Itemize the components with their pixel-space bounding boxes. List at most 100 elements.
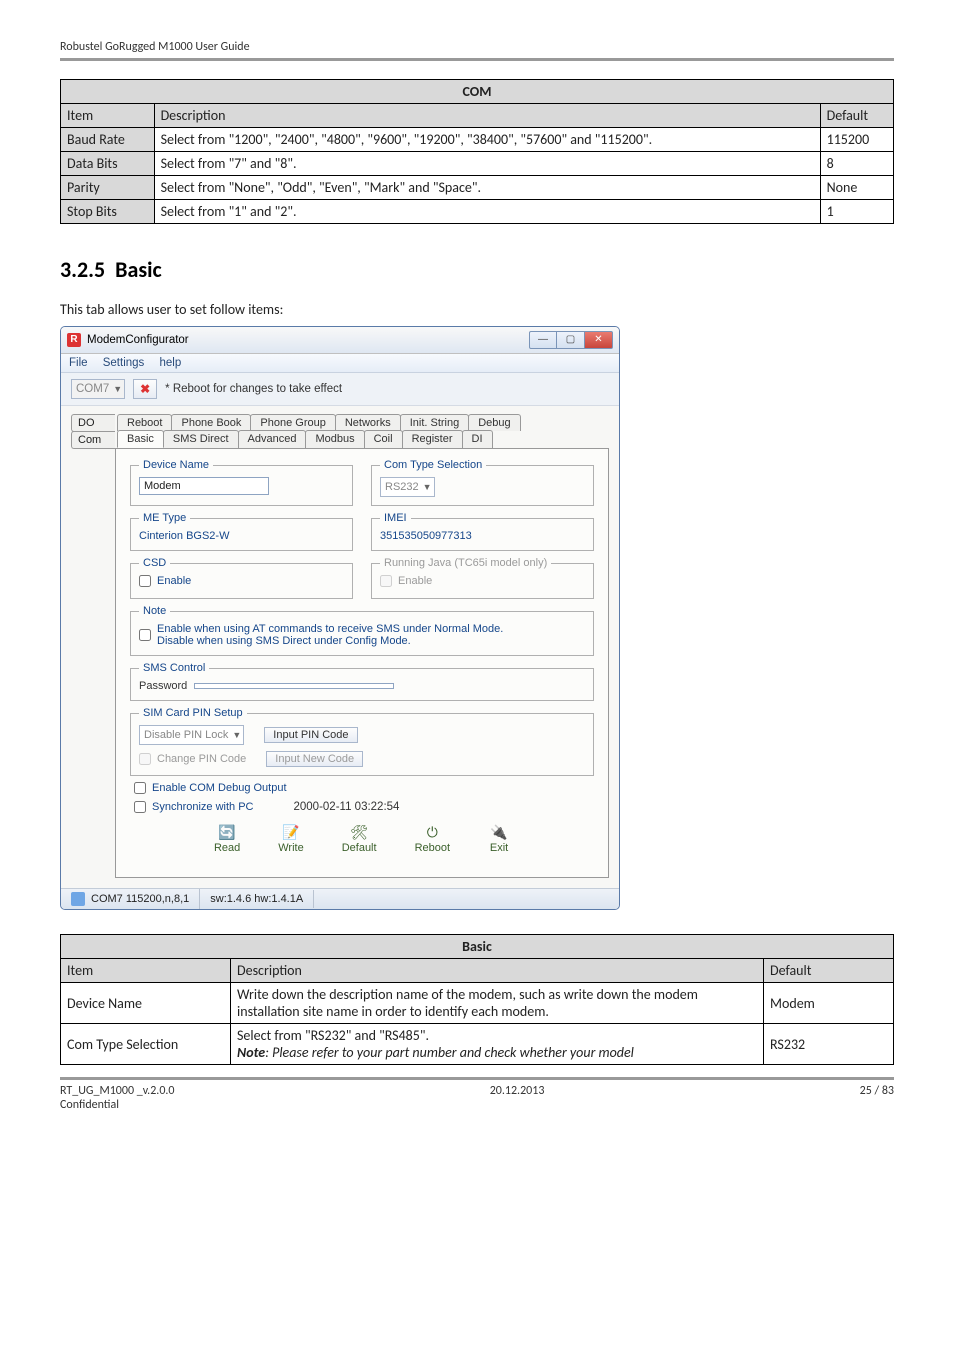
password-label: Password <box>139 680 187 692</box>
com-type-value: RS232 <box>385 481 419 493</box>
tab-di[interactable]: DI <box>462 430 493 448</box>
reboot-button[interactable]: ⏻Reboot <box>415 823 450 854</box>
disconnect-button[interactable]: ✖ <box>133 379 157 399</box>
note-legend: Note <box>139 605 170 617</box>
basic-def: RS232 <box>764 1024 894 1065</box>
com-type-legend: Com Type Selection <box>380 459 486 471</box>
sim-pin-group: SIM Card PIN Setup Disable PIN Lock ▼ Inp… <box>130 707 594 776</box>
basic-th-desc: Description <box>231 959 764 983</box>
app-icon: R <box>67 333 81 347</box>
com-item: Stop Bits <box>61 200 155 224</box>
window-title: ModemConfigurator <box>87 334 529 346</box>
checkbox-icon <box>139 753 151 765</box>
menu-file[interactable]: File <box>69 357 88 369</box>
note-group: Note Enable when using AT commands to re… <box>130 605 594 656</box>
menu-help[interactable]: help <box>160 357 182 369</box>
reboot-label: Reboot <box>415 842 450 854</box>
tab-networks[interactable]: Networks <box>335 414 401 431</box>
read-icon: 🔄 <box>216 823 238 841</box>
sim-pin-legend: SIM Card PIN Setup <box>139 707 247 719</box>
basic-th-item: Item <box>61 959 231 983</box>
input-pin-button[interactable]: Input PIN Code <box>264 727 357 743</box>
default-icon: 🛠 <box>348 823 370 841</box>
exit-button[interactable]: 🔌Exit <box>488 823 510 854</box>
csd-enable-check[interactable]: Enable <box>139 575 191 587</box>
me-type-legend: ME Type <box>139 512 190 524</box>
debug-output-check[interactable]: Enable COM Debug Output <box>134 782 287 794</box>
checkbox-icon[interactable] <box>139 629 151 641</box>
java-enable-check: Enable <box>380 575 432 587</box>
com-th-def: Default <box>820 104 893 128</box>
footer-center: 20.12.2013 <box>490 1084 545 1112</box>
imei-group: IMEI 351535050977313 <box>371 512 594 551</box>
section-heading: 3.2.5 Basic <box>60 256 894 283</box>
close-button[interactable]: ✕ <box>585 331 613 349</box>
input-new-code-button: Input New Code <box>266 751 363 767</box>
csd-enable-label: Enable <box>157 575 191 587</box>
sync-time: 2000-02-11 03:22:54 <box>294 801 400 813</box>
tab-phonegroup[interactable]: Phone Group <box>250 414 335 431</box>
menu-settings[interactable]: Settings <box>103 357 145 369</box>
chevron-down-icon: ▼ <box>232 730 241 740</box>
java-enable-label: Enable <box>398 575 432 587</box>
me-type-group: ME Type Cinterion BGS2-W <box>130 512 353 551</box>
read-button[interactable]: 🔄Read <box>214 823 240 854</box>
device-name-input[interactable]: Modem <box>139 477 269 495</box>
com-desc: Select from "7" and "8". <box>154 152 820 176</box>
tab-modbus[interactable]: Modbus <box>305 430 364 448</box>
status-version: sw:1.4.6 hw:1.4.1A <box>210 893 303 905</box>
minimize-button[interactable]: — <box>529 331 557 349</box>
footer-rule <box>60 1077 894 1080</box>
left-tab-do[interactable]: DO <box>71 414 115 432</box>
checkbox-icon <box>380 575 392 587</box>
basic-def: Modem <box>764 983 894 1024</box>
default-button[interactable]: 🛠Default <box>342 823 377 854</box>
basic-desc-line1: Select from "RS232" and "RS485". <box>237 1027 429 1044</box>
sms-control-legend: SMS Control <box>139 662 209 674</box>
tab-initstring[interactable]: Init. String <box>400 414 470 431</box>
page-footer: RT_UG_M1000 _v.2.0.0 Confidential 20.12.… <box>60 1084 894 1112</box>
tab-coil[interactable]: Coil <box>364 430 403 448</box>
imei-value: 351535050977313 <box>380 530 472 542</box>
section-number: 3.2.5 <box>60 256 105 283</box>
debug-output-label: Enable COM Debug Output <box>152 782 287 794</box>
tab-register[interactable]: Register <box>402 430 463 448</box>
tab-phonebook[interactable]: Phone Book <box>171 414 251 431</box>
menubar: File Settings help <box>61 354 619 373</box>
basic-table-title: Basic <box>61 935 894 959</box>
exit-label: Exit <box>490 842 508 854</box>
basic-desc: Write down the description name of the m… <box>231 983 764 1024</box>
checkbox-icon[interactable] <box>134 801 146 813</box>
exit-icon: 🔌 <box>488 823 510 841</box>
sync-pc-check[interactable]: Synchronize with PC <box>134 801 254 813</box>
left-tab-com[interactable]: Com <box>71 431 115 449</box>
tab-advanced[interactable]: Advanced <box>238 430 307 448</box>
pin-mode-value: Disable PIN Lock <box>144 729 228 741</box>
com-port-value: COM7 <box>76 383 109 395</box>
reboot-hint: * Reboot for changes to take effect <box>165 383 342 395</box>
tab-reboot[interactable]: Reboot <box>117 414 172 431</box>
tab-body: Device Name Modem Com Type Selection RS2… <box>115 448 609 878</box>
com-desc: Select from "None", "Odd", "Even", "Mark… <box>154 176 820 200</box>
com-table: COM Item Description Default Baud Rate S… <box>60 79 894 224</box>
tab-basic[interactable]: Basic <box>117 430 164 448</box>
pin-mode-select[interactable]: Disable PIN Lock ▼ <box>139 725 244 745</box>
footer-left1: RT_UG_M1000 _v.2.0.0 <box>60 1084 175 1098</box>
com-def: 115200 <box>820 128 893 152</box>
password-input[interactable] <box>194 683 394 689</box>
tab-smsdirect[interactable]: SMS Direct <box>163 430 239 448</box>
note-check[interactable]: Enable when using AT commands to receive… <box>139 623 503 647</box>
status-port: COM7 115200,n,8,1 <box>91 893 189 905</box>
com-port-select[interactable]: COM7▼ <box>71 379 125 399</box>
basic-table: Basic Item Description Default Device Na… <box>60 934 894 1065</box>
tab-debug[interactable]: Debug <box>468 414 520 431</box>
com-desc: Select from "1200", "2400", "4800", "960… <box>154 128 820 152</box>
write-button[interactable]: 📝Write <box>278 823 303 854</box>
csd-group: CSD Enable <box>130 557 353 599</box>
com-type-select[interactable]: RS232▼ <box>380 477 435 497</box>
com-th-desc: Description <box>154 104 820 128</box>
maximize-button[interactable]: ▢ <box>557 331 585 349</box>
imei-legend: IMEI <box>380 512 411 524</box>
checkbox-icon[interactable] <box>139 575 151 587</box>
checkbox-icon[interactable] <box>134 782 146 794</box>
